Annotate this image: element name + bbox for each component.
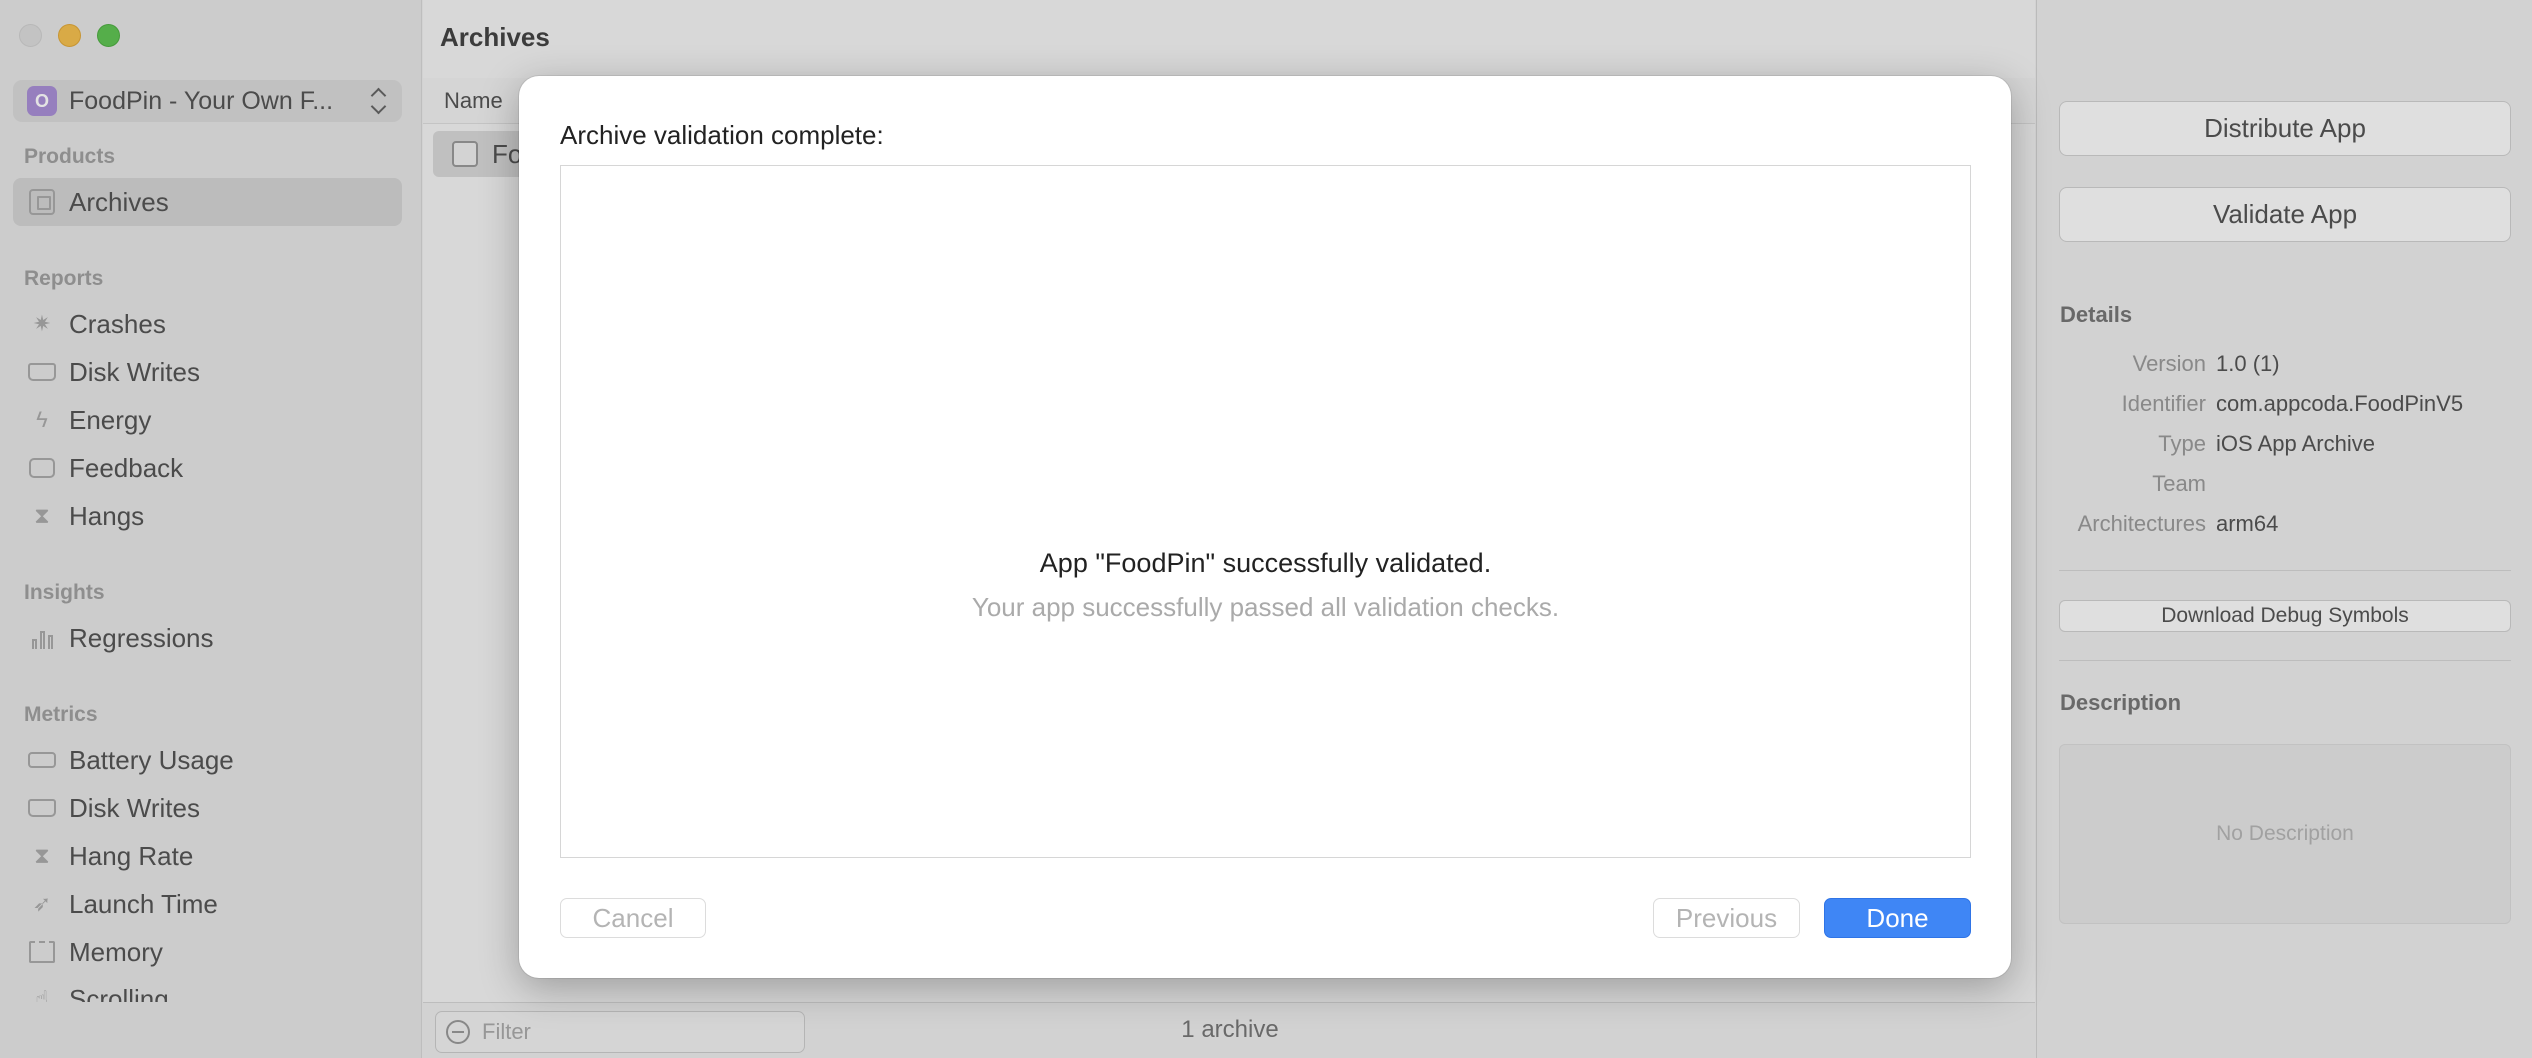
sheet-title: Archive validation complete: bbox=[560, 120, 884, 150]
previous-button[interactable]: Previous bbox=[1653, 898, 1800, 938]
validation-result-title: App "FoodPin" successfully validated. bbox=[1039, 548, 1492, 578]
cancel-button[interactable]: Cancel bbox=[560, 898, 706, 938]
done-button[interactable]: Done bbox=[1824, 898, 1971, 938]
validation-result-panel bbox=[560, 165, 1971, 858]
validation-result-subtitle: Your app successfully passed all validat… bbox=[971, 592, 1560, 622]
